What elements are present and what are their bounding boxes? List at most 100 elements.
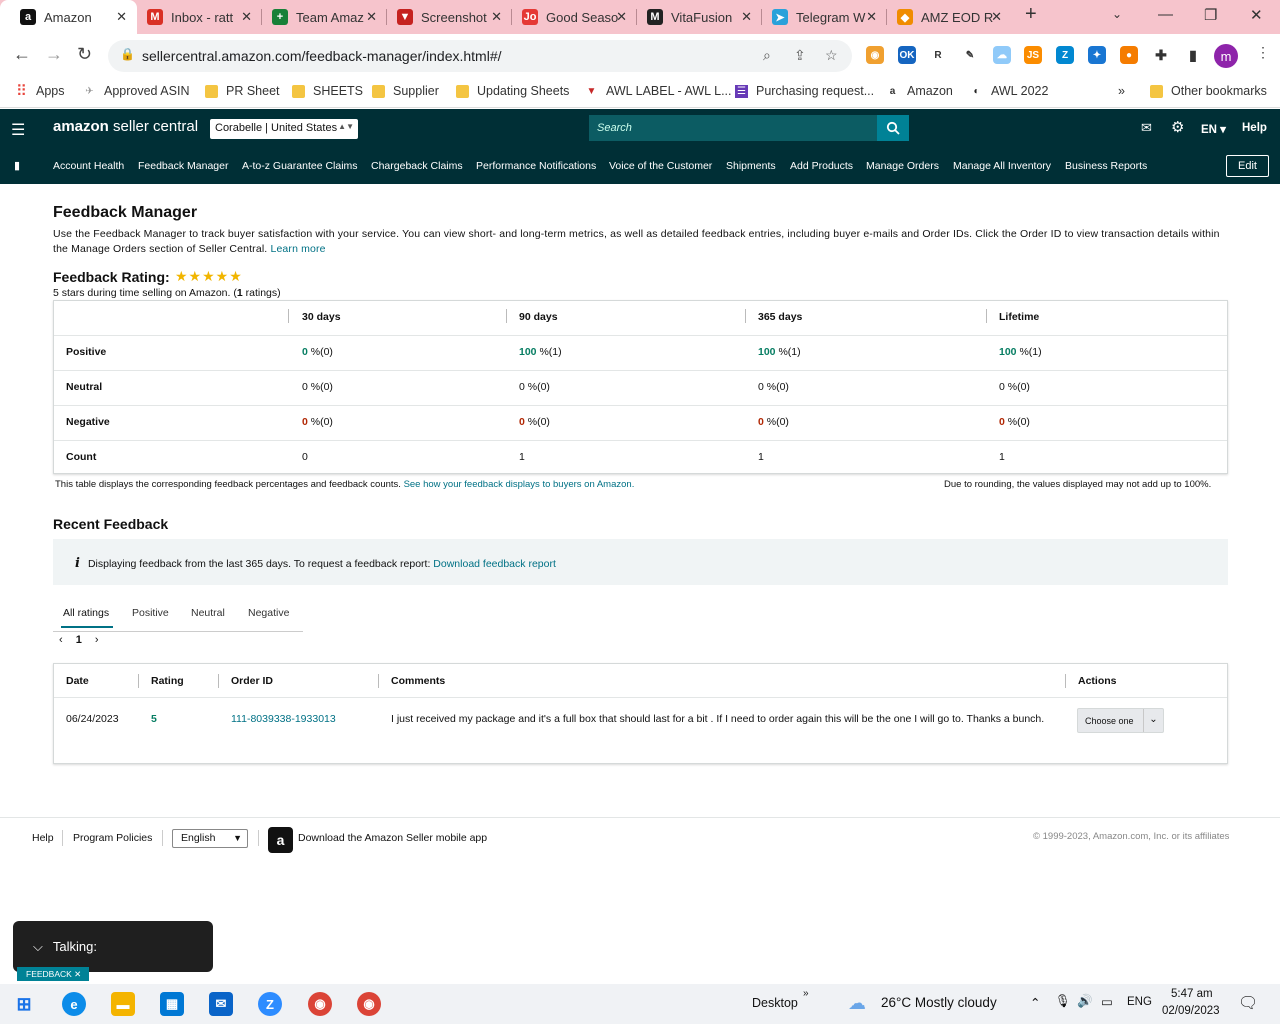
store-icon[interactable]: ▦ [160,992,184,1016]
chevron-left-icon[interactable]: ‹ [59,634,63,646]
extension-js-icon[interactable]: JS [1024,46,1042,64]
bookmark-item[interactable]: a Amazon [886,84,953,98]
order-id-link[interactable]: 111-8039338-1933013 [231,713,336,725]
extension-ok-icon[interactable]: OK [898,46,916,64]
tab-search-icon[interactable]: ⌄ [1112,7,1122,21]
close-icon[interactable]: ✕ [366,9,377,25]
more-bookmarks-icon[interactable]: » [1118,84,1125,98]
talking-indicator[interactable]: ⌵ Talking: [13,921,213,972]
extension-helium-icon[interactable]: ✎ [961,46,979,64]
desktop-label[interactable]: Desktop [752,996,798,1010]
actions-dropdown[interactable]: Choose one ⌄ [1077,708,1164,733]
clock-time[interactable]: 5:47 am [1171,988,1213,1000]
see-how-feedback-link[interactable]: See how your feedback displays to buyers… [404,479,635,490]
edge-icon[interactable]: e [62,992,86,1016]
other-bookmarks[interactable]: Other bookmarks [1150,84,1267,98]
chrome-icon[interactable]: ◉ [308,992,332,1016]
extension-orange-icon[interactable]: ● [1120,46,1138,64]
browser-tab[interactable]: ◆ AMZ EOD R ✕ [887,0,1012,34]
nav-item[interactable]: Voice of the Customer [609,160,712,172]
filter-tab[interactable]: Neutral [191,607,225,619]
hamburger-menu-icon[interactable]: ☰ [11,120,25,140]
nav-item[interactable]: Add Products [790,160,853,172]
nav-item[interactable]: Chargeback Claims [371,160,463,172]
nav-item[interactable]: Feedback Manager [138,160,228,172]
nav-item[interactable]: Account Health [53,160,124,172]
close-icon[interactable]: ✕ [616,9,627,25]
browser-tab[interactable]: + Team Amaz ✕ [262,0,387,34]
microphone-icon[interactable]: 🎙 [1055,994,1071,1009]
bookmark-item[interactable]: ☰ Purchasing request... [735,84,874,98]
bookmark-item[interactable]: PR Sheet [205,84,280,98]
program-policies-link[interactable]: Program Policies [73,832,152,844]
close-icon[interactable]: ✕ [991,9,1002,25]
close-icon[interactable]: ✕ [241,9,252,25]
url-field[interactable]: 🔒 sellercentral.amazon.com/feedback-mana… [108,40,852,72]
nav-item[interactable]: Business Reports [1065,160,1147,172]
bookmark-item[interactable]: ▼ AWL LABEL - AWL L... [585,84,732,98]
browser-tab[interactable]: Jo Good Seaso ✕ [512,0,637,34]
search-input[interactable]: Search [589,115,877,141]
gear-icon[interactable]: ⚙ [1171,118,1184,136]
bookmark-star-icon[interactable]: ☆ [825,47,838,64]
extension-fox-icon[interactable]: ◉ [866,46,884,64]
windows-start-icon[interactable]: ⊞ [12,992,36,1016]
search-button[interactable] [877,115,909,141]
chevron-double-icon[interactable]: » [803,988,809,999]
extensions-puzzle-icon[interactable]: ✚ [1152,46,1170,64]
browser-tab[interactable]: M Inbox - ratt ✕ [137,0,262,34]
chevron-up-icon[interactable]: ⌃ [1030,995,1040,1010]
chrome-profile-icon[interactable]: ◉ [357,992,381,1016]
browser-tab[interactable]: ▼ Screenshot ✕ [387,0,512,34]
nav-item[interactable]: Shipments [726,160,776,172]
zoom-app-icon[interactable]: Z [258,992,282,1016]
minimize-icon[interactable]: — [1158,6,1173,23]
bookmark-item[interactable]: ✈ Approved ASIN [83,84,189,98]
bookmark-item[interactable]: ◐ AWL 2022 [970,84,1048,98]
weather-text[interactable]: 26°C Mostly cloudy [881,995,997,1010]
new-tab-icon[interactable]: + [1025,3,1037,26]
language-menu[interactable]: EN ▾ [1201,122,1226,136]
edit-nav-button[interactable]: Edit [1226,155,1269,177]
file-explorer-icon[interactable]: ▬ [111,992,135,1016]
nav-item[interactable]: A-to-z Guarantee Claims [242,160,358,172]
share-icon[interactable]: ⇪ [794,47,806,64]
kebab-menu-icon[interactable]: ⋮ [1256,44,1270,61]
notification-icon[interactable]: 🗨 [1238,993,1258,1013]
speaker-icon[interactable]: 🔊 [1077,994,1093,1009]
extension-compass-icon[interactable]: ✦ [1088,46,1106,64]
mail-app-icon[interactable]: ✉ [209,992,233,1016]
profile-avatar[interactable]: m [1214,44,1238,68]
input-language[interactable]: ENG [1127,996,1152,1008]
side-panel-icon[interactable]: ▮ [1184,46,1202,64]
extension-rs-icon[interactable]: R [929,46,947,64]
amazon-app-icon[interactable]: a [268,827,293,853]
back-icon[interactable]: ← [13,44,31,65]
seller-central-logo[interactable]: amazon seller central [53,118,198,135]
download-app-link[interactable]: Download the Amazon Seller mobile app [298,832,487,844]
browser-tab[interactable]: ➤ Telegram W ✕ [762,0,887,34]
browser-tab[interactable]: M VitaFusion ✕ [637,0,762,34]
extension-zba-icon[interactable]: Z [1056,46,1074,64]
filter-tab[interactable]: All ratings [63,607,109,619]
filter-tab[interactable]: Positive [132,607,169,619]
browser-tab[interactable]: a Amazon ✕ [0,0,137,34]
forward-icon[interactable]: → [45,44,63,65]
nav-item[interactable]: Manage All Inventory [953,160,1051,172]
restore-icon[interactable]: ❐ [1204,6,1217,24]
filter-tab[interactable]: Negative [248,607,289,619]
nav-item[interactable]: Performance Notifications [476,160,596,172]
bookmark-item[interactable]: Updating Sheets [456,84,569,98]
window-close-icon[interactable]: ✕ [1250,6,1263,24]
footer-language-select[interactable]: English ▼ [172,829,248,848]
nav-item[interactable]: Manage Orders [866,160,939,172]
chevron-right-icon[interactable]: › [95,634,99,646]
mail-icon[interactable]: ✉ [1141,120,1152,136]
close-icon[interactable]: ✕ [741,9,752,25]
clock-date[interactable]: 02/09/2023 [1162,1005,1220,1017]
bookmark-nav-icon[interactable]: ▮ [14,159,20,172]
bookmark-item[interactable]: ⠿ Apps [15,83,65,100]
network-icon[interactable]: ▭ [1101,994,1113,1009]
reload-icon[interactable]: ↻ [77,44,92,65]
bookmark-item[interactable]: SHEETS [292,84,363,98]
